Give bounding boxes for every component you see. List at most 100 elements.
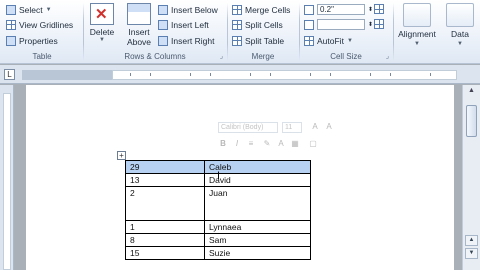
- ruler-tick: [210, 73, 211, 76]
- ruler-tick: [190, 73, 191, 76]
- table-move-handle-icon[interactable]: +: [117, 151, 126, 160]
- merge-cells-button[interactable]: Merge Cells: [232, 3, 290, 16]
- row-height-input[interactable]: 0.2": [317, 4, 365, 15]
- number-cell[interactable]: 15: [125, 246, 205, 260]
- column-width-icon: [304, 19, 314, 30]
- name-cell[interactable]: Lynnaea: [204, 220, 311, 234]
- cell-size-group: 0.2" ⬍ ⬍ AutoFit ▼ Cell Size ⌟: [300, 0, 392, 64]
- bold-icon[interactable]: B: [218, 139, 228, 149]
- chevron-down-icon: ▼: [414, 41, 420, 47]
- split-cells-label: Split Cells: [245, 19, 283, 30]
- center-align-icon[interactable]: ≡: [246, 139, 256, 149]
- name-cell[interactable]: Juan: [204, 186, 311, 221]
- insert-below-button[interactable]: Insert Below: [158, 3, 218, 16]
- autofit-button[interactable]: AutoFit ▼: [304, 34, 353, 47]
- font-color-icon[interactable]: A: [276, 139, 286, 149]
- number-cell[interactable]: 13: [125, 173, 205, 187]
- shading-icon[interactable]: ▦: [290, 139, 300, 149]
- table-row[interactable]: 1 Lynnaea: [125, 220, 311, 234]
- ruler-tick: [310, 73, 311, 76]
- properties-label: Properties: [19, 35, 58, 46]
- previous-page-icon[interactable]: ▲: [465, 235, 478, 246]
- ruler-tick: [130, 73, 131, 76]
- insert-right-button[interactable]: Insert Right: [158, 34, 214, 47]
- dialog-launcher-icon[interactable]: ⌟: [220, 52, 223, 60]
- ruler-body: [112, 70, 457, 80]
- alignment-icon: [403, 3, 431, 27]
- cell-size-group-label: Cell Size: [330, 52, 362, 61]
- vertical-scrollbar[interactable]: ▲ ▲ ▼: [462, 85, 480, 270]
- number-cell[interactable]: 2: [125, 186, 205, 221]
- highlight-icon[interactable]: ✎: [262, 139, 272, 149]
- split-cells-icon: [232, 19, 242, 30]
- properties-button[interactable]: Properties: [6, 34, 58, 47]
- shrink-font-icon[interactable]: A: [324, 122, 334, 132]
- insert-left-icon: [158, 19, 168, 30]
- data-button[interactable]: Data ▼: [440, 0, 480, 64]
- dialog-launcher-icon[interactable]: ⌟: [386, 52, 389, 60]
- insert-above-icon: [127, 3, 151, 25]
- ruler-tick: [150, 73, 151, 76]
- select-label: Select: [19, 4, 43, 15]
- name-cell[interactable]: Sam: [204, 233, 311, 247]
- chevron-down-icon: ▼: [99, 37, 105, 43]
- scrollbar-thumb[interactable]: [466, 105, 477, 137]
- name-cell[interactable]: Suzie: [204, 246, 311, 260]
- borders-icon[interactable]: ▢: [308, 139, 318, 149]
- table-row[interactable]: 2 Juan: [125, 186, 311, 221]
- italic-icon[interactable]: I: [232, 139, 242, 149]
- scroll-up-icon[interactable]: ▲: [465, 87, 478, 99]
- table-row[interactable]: 8 Sam: [125, 233, 311, 247]
- insert-below-label: Insert Below: [171, 4, 218, 15]
- delete-table-icon: ✕: [90, 3, 114, 25]
- insert-above-button[interactable]: Insert Above: [122, 3, 156, 47]
- insert-below-icon: [158, 4, 168, 15]
- table-group: Select ▼ View Gridlines Properties Table: [2, 0, 82, 64]
- mouse-cursor-icon: Ⅰ: [217, 171, 220, 182]
- next-page-icon[interactable]: ▼: [465, 248, 478, 259]
- rows-columns-group-label: Rows & Columns: [124, 52, 186, 61]
- rows-columns-group: ✕ Delete ▼ Insert Above Insert Below Ins…: [84, 0, 226, 64]
- number-cell[interactable]: 1: [125, 220, 205, 234]
- chevron-down-icon: ▼: [346, 37, 353, 44]
- insert-right-label: Insert Right: [171, 35, 215, 46]
- font-name-box[interactable]: Calibri (Body): [218, 122, 278, 133]
- row-height-icon: [304, 4, 314, 15]
- number-cell[interactable]: 8: [125, 233, 205, 247]
- insert-left-button[interactable]: Insert Left: [158, 18, 209, 31]
- mini-toolbar[interactable]: Calibri (Body) 11 A A B I ≡ ✎ A ▦ ▢: [218, 120, 394, 158]
- distribute-rows-icon[interactable]: [374, 4, 384, 14]
- table-group-label: Table: [32, 52, 52, 61]
- ruler-tick: [370, 73, 371, 76]
- insert-right-icon: [158, 35, 168, 46]
- name-cell[interactable]: Caleb: [204, 160, 311, 174]
- view-gridlines-button[interactable]: View Gridlines: [6, 18, 73, 31]
- horizontal-ruler[interactable]: L: [0, 65, 480, 84]
- split-cells-button[interactable]: Split Cells: [232, 18, 283, 31]
- ruler-tick: [390, 73, 391, 76]
- merge-group: Merge Cells Split Cells Split Table Merg…: [228, 0, 298, 64]
- ruler-tick: [430, 73, 431, 76]
- number-cell[interactable]: 29: [125, 160, 205, 174]
- alignment-button[interactable]: Alignment ▼: [394, 0, 440, 64]
- font-size-box[interactable]: 11: [282, 122, 302, 133]
- insert-left-label: Insert Left: [171, 19, 209, 30]
- column-width-control[interactable]: ⬍: [304, 18, 373, 31]
- tab-selector-icon[interactable]: L: [4, 69, 15, 80]
- properties-icon: [6, 35, 16, 46]
- column-width-input[interactable]: [317, 19, 365, 30]
- chevron-down-icon: ▼: [457, 41, 463, 47]
- delete-button[interactable]: ✕ Delete ▼: [86, 3, 118, 43]
- row-height-control[interactable]: 0.2" ⬍: [304, 3, 373, 16]
- distribute-columns-icon[interactable]: [374, 19, 384, 29]
- spinner-icon[interactable]: ⬍: [368, 21, 373, 28]
- name-cell[interactable]: David: [204, 173, 311, 187]
- select-button[interactable]: Select ▼: [6, 3, 52, 16]
- grow-font-icon[interactable]: A: [310, 122, 320, 132]
- table-row[interactable]: 15 Suzie: [125, 246, 311, 260]
- split-table-button[interactable]: Split Table: [232, 34, 284, 47]
- spinner-icon[interactable]: ⬍: [368, 6, 373, 13]
- vertical-ruler[interactable]: [0, 85, 14, 270]
- chevron-down-icon: ▼: [45, 6, 52, 13]
- merge-group-label: Merge: [251, 52, 275, 61]
